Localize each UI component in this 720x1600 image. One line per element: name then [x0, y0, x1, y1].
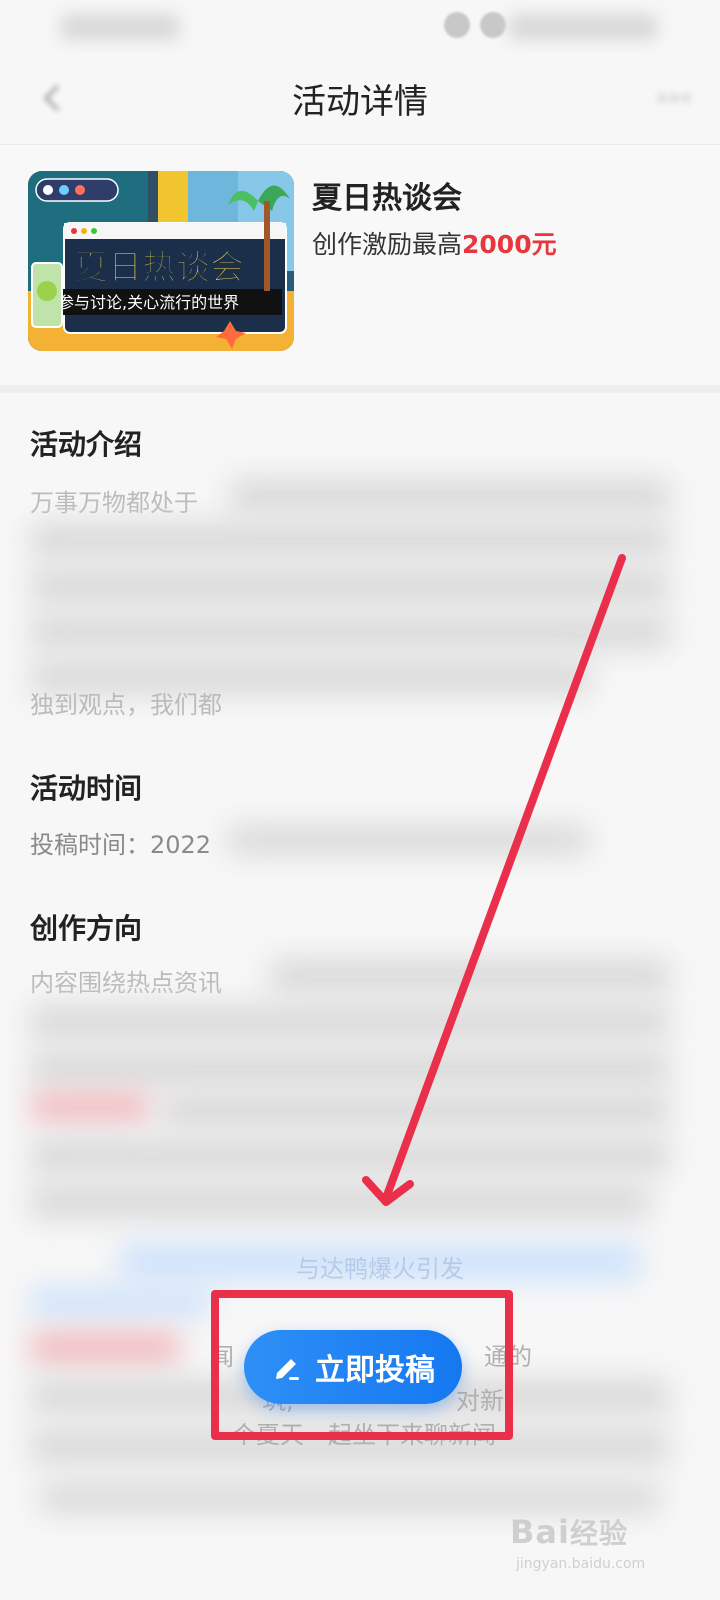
- baidu-jingyan-watermark: Bai经验 jingyan.baidu.com: [510, 1502, 680, 1582]
- header: 活动详情: [0, 52, 720, 145]
- direction-blurred-text: [30, 1139, 670, 1173]
- activity-banner-image[interactable]: 夏日热谈会 参与讨论,关心流行的世界: [28, 171, 294, 351]
- eye-icon: [480, 12, 506, 38]
- watermark-brand-latin: Bai: [510, 1513, 570, 1551]
- direction-blurred-text: [30, 1005, 670, 1039]
- watermark-url: jingyan.baidu.com: [516, 1556, 646, 1572]
- direction-blurred-link: [30, 1287, 210, 1317]
- watermark-brand: Bai经验: [510, 1512, 628, 1552]
- time-blurred-text: [228, 825, 588, 855]
- reward-amount: 2000元: [462, 230, 557, 259]
- direction-partial-1: 与达鸭爆火引发: [296, 1255, 464, 1283]
- direction-blurred-text: [160, 1093, 670, 1127]
- banner-tagline: 参与讨论,关心流行的世界: [58, 293, 239, 312]
- status-bar-battery-blurred: [508, 14, 658, 40]
- submit-button[interactable]: 立即投稿: [244, 1330, 462, 1404]
- data-saver-icon: [444, 12, 470, 38]
- more-icon[interactable]: [654, 82, 694, 114]
- intro-blurred-text: [30, 615, 670, 649]
- time-line-1: 投稿时间：2022: [30, 831, 212, 859]
- intro-blurred-text: [230, 479, 670, 513]
- reward-line: 创作激励最高2000元: [312, 225, 557, 261]
- intro-line-2: 独到观点，我们都: [30, 691, 222, 719]
- direction-blurred-highlight: [30, 1333, 180, 1363]
- intro-blurred-text: [30, 569, 670, 603]
- time-title: 活动时间: [30, 772, 143, 805]
- submit-button-label: 立即投稿: [315, 1353, 435, 1388]
- status-icons: [444, 12, 506, 38]
- page-title: 活动详情: [292, 82, 428, 122]
- intro-line-1: 万事万物都处于: [30, 489, 198, 517]
- watermark-brand-cn: 经验: [569, 1517, 628, 1550]
- direction-blurred-highlight: [30, 1093, 150, 1121]
- direction-blurred-text: [30, 1051, 670, 1085]
- activity-title: 夏日热谈会: [312, 181, 462, 216]
- section-divider: [0, 385, 720, 393]
- activity-card[interactable]: 夏日热谈会 参与讨论,关心流行的世界 夏日热谈会 创作激励最高2000元: [0, 145, 720, 385]
- direction-title: 创作方向: [30, 912, 143, 945]
- status-bar: [0, 0, 720, 52]
- status-bar-time-blurred: [60, 14, 180, 40]
- intro-blurred-text: [30, 523, 670, 557]
- intro-title: 活动介绍: [30, 428, 143, 461]
- direction-line-1: 内容围绕热点资讯: [30, 969, 222, 997]
- reward-prefix: 创作激励最高: [312, 230, 463, 259]
- direction-blurred-text: [30, 1185, 650, 1219]
- banner-headline: 夏日热谈会: [74, 248, 244, 288]
- direction-blurred-text: [270, 959, 670, 993]
- pen-icon: [276, 1359, 299, 1380]
